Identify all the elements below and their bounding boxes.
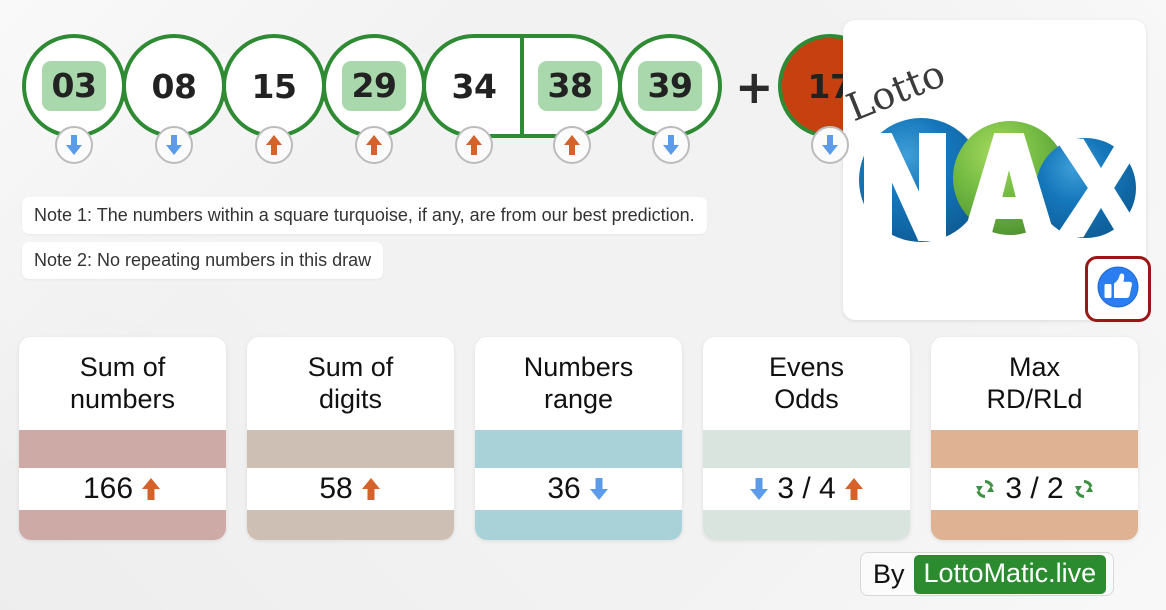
trend-badge-6[interactable] [553,126,591,164]
arrow-down-icon [819,133,841,157]
arrow-up-icon [263,133,285,157]
stat-card-sum-of-digits[interactable]: Sum of digits 58 [247,337,454,540]
ball-7[interactable]: 39 [618,34,722,138]
stat-band-bottom [247,510,454,540]
refresh-icon [972,476,998,502]
stat-band-top [703,430,910,468]
stat-band-top [475,430,682,468]
trend-badge-2[interactable] [155,126,193,164]
arrow-down-icon [163,133,185,157]
ball-4[interactable]: 29 [322,34,426,138]
stat-band-top [247,430,454,468]
like-button[interactable] [1085,256,1151,322]
stat-value-row-evens-odds: 3 / 4 [703,468,910,510]
ball-1[interactable]: 03 [22,34,126,138]
stat-band-top [19,430,226,468]
arrow-up-icon [140,476,162,502]
trend-badge-3[interactable] [255,126,293,164]
ball-7-number: 39 [637,61,703,111]
ball-2-number: 08 [151,66,197,106]
arrow-up-icon [561,133,583,157]
note-1: Note 1: The numbers within a square turq… [22,197,707,234]
lotto-max-logo: Lotto [843,51,1146,242]
stat-title-max-rd-rld: Max RD/RLd [986,351,1083,414]
max-wordmark-icon [859,118,1145,242]
arrow-down-icon [63,133,85,157]
statistics-row: Sum of numbers 166 Sum of digits 58 Number… [0,337,1166,542]
arrow-down-icon [748,476,770,502]
stat-band-bottom [475,510,682,540]
stat-band-top [931,430,1138,468]
ball-6-number: 38 [537,61,603,111]
stat-value-sum-of-numbers: 166 [82,472,134,505]
arrow-up-icon [843,476,865,502]
stat-title-sum-of-digits: Sum of digits [307,351,394,414]
ball-1-number: 03 [41,61,107,111]
thumbs-up-icon [1096,265,1140,314]
ball-2[interactable]: 08 [122,34,226,138]
stat-value-max-rd-rld: 3 / 2 [1005,472,1064,505]
stat-value-sum-of-digits: 58 [319,472,353,505]
trend-badge-7[interactable] [652,126,690,164]
trend-badge-bonus[interactable] [811,126,849,164]
stat-card-max-rd-rld[interactable]: Max RD/RLd 3 / 2 [931,337,1138,540]
stat-value-row-sum-of-digits: 58 [247,468,454,510]
note-2: Note 2: No repeating numbers in this dra… [22,242,384,279]
ball-6[interactable]: 38 [522,38,618,134]
ball-5[interactable]: 34 [426,38,522,134]
stat-value-row-sum-of-numbers: 166 [19,468,226,510]
footer-by-label: By [873,558,905,589]
footer-attribution[interactable]: By LottoMatic.live [860,552,1115,596]
stat-band-bottom [703,510,910,540]
ball-4-number: 29 [341,61,407,111]
footer-brand-name[interactable]: LottoMatic.live [913,554,1107,594]
refresh-icon [1071,476,1097,502]
ball-5-number: 34 [451,66,497,106]
arrow-up-icon [363,133,385,157]
ball-3[interactable]: 15 [222,34,326,138]
plus-symbol: + [735,60,774,114]
ball-pair-capsule[interactable]: 34 38 [422,34,622,138]
trend-badge-4[interactable] [355,126,393,164]
stat-value-row-numbers-range: 36 [475,468,682,510]
arrow-up-icon [360,476,382,502]
stat-band-bottom [931,510,1138,540]
stat-value-row-max-rd-rld: 3 / 2 [931,468,1138,510]
stat-value-numbers-range: 36 [547,472,581,505]
arrow-down-icon [588,476,610,502]
stat-title-evens-odds: Evens Odds [768,351,845,414]
trend-badge-1[interactable] [55,126,93,164]
stat-band-bottom [19,510,226,540]
stat-value-evens-odds: 3 / 4 [777,472,836,505]
stat-title-numbers-range: Numbers range [523,351,634,414]
stat-card-evens-odds[interactable]: Evens Odds 3 / 4 [703,337,910,540]
stat-title-sum-of-numbers: Sum of numbers [69,351,176,414]
arrow-up-icon [463,133,485,157]
arrow-down-icon [660,133,682,157]
ball-3-number: 15 [251,66,297,106]
stat-card-sum-of-numbers[interactable]: Sum of numbers 166 [19,337,226,540]
trend-badge-5[interactable] [455,126,493,164]
stat-card-numbers-range[interactable]: Numbers range 36 [475,337,682,540]
